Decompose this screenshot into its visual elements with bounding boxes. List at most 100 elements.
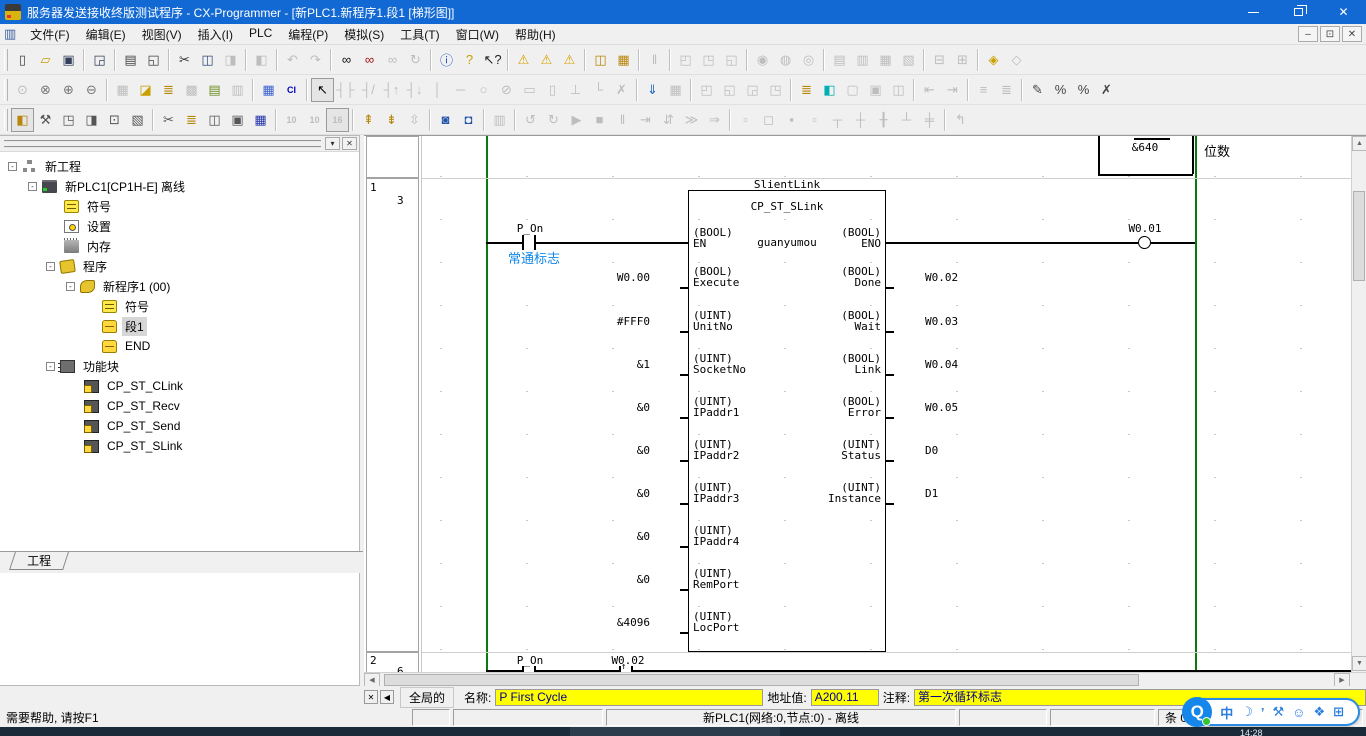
scroll-down-button[interactable]: ▼ (1352, 656, 1366, 671)
rung2-contact-label[interactable]: P_On (500, 654, 560, 667)
horizontal-line-icon[interactable]: ─ (449, 78, 472, 102)
tree-item-section1[interactable]: 段1 (0, 316, 359, 336)
tree-item-plc[interactable]: -新PLC1[CP1H-E] 离线 (0, 176, 359, 196)
menu-编程[interactable]: 编程(P) (280, 24, 336, 45)
io-grid-icon[interactable]: ▣ (226, 108, 249, 132)
tree-item-symbols[interactable]: 符号 (0, 196, 359, 216)
grid-toggle-icon[interactable]: ▦ (111, 78, 134, 102)
list-detail-icon[interactable]: ≣ (995, 78, 1018, 102)
tree-item-function-blocks[interactable]: -功能块 (0, 356, 359, 376)
zoom-fit-icon[interactable]: ⊙ (11, 78, 34, 102)
fb-input-operand-ipaddr2[interactable]: &0 (482, 444, 650, 457)
list-view-icon[interactable]: ≡ (972, 78, 995, 102)
zoom-in-icon[interactable]: ⊕ (57, 78, 80, 102)
mem-view-1-icon[interactable]: ▤ (828, 48, 851, 72)
rung-down-icon[interactable]: ◳ (764, 78, 787, 102)
workspace-close-button[interactable]: ✕ (342, 137, 357, 150)
plc-verify-icon[interactable]: ◘ (457, 108, 480, 132)
fb-library-icon[interactable]: ≣ (180, 108, 203, 132)
symbol-bar-collapse-button[interactable]: ◀ (380, 690, 394, 704)
cut-icon[interactable]: ✂ (173, 48, 196, 72)
fb-input-operand-unitno[interactable]: #FFF0 (482, 315, 650, 328)
vscroll-thumb[interactable] (1353, 191, 1365, 281)
binary-view-icon[interactable]: ▦ (249, 108, 272, 132)
fb-input-operand-execute[interactable]: W0.00 (482, 271, 650, 284)
force-clear-icon[interactable]: ✗ (1095, 78, 1118, 102)
menu-插入[interactable]: 插入(I) (190, 24, 241, 45)
menu-PLC[interactable]: PLC (241, 24, 280, 45)
force-on-icon[interactable]: ✎ (1026, 78, 1049, 102)
run-icon[interactable]: ▶ (565, 108, 588, 132)
fb-output-operand-link[interactable]: W0.04 (925, 358, 958, 371)
tree-item-cp-st-send[interactable]: CP_ST_Send (0, 416, 359, 436)
redo-icon[interactable]: ↷ (304, 48, 327, 72)
fb-transfer-icon[interactable]: ⇓ (641, 78, 664, 102)
fb-edit-icon[interactable]: ✂ (157, 108, 180, 132)
decimal-view-icon[interactable]: 10 (280, 108, 303, 132)
ime-chinese-mode-icon[interactable]: 中 (1220, 703, 1233, 722)
watch-run-icon[interactable]: ⚠ (535, 48, 558, 72)
io-transfer-icon[interactable]: ◳ (697, 48, 720, 72)
continuous-run-icon[interactable]: ≫ (680, 108, 703, 132)
mdi-close-button[interactable]: ✕ (1342, 26, 1362, 42)
menu-视图[interactable]: 视图(V) (134, 24, 190, 45)
horizontal-scrollbar[interactable]: ◀ ▶ (364, 672, 1366, 687)
fb-output-operand-wait[interactable]: W0.03 (925, 315, 958, 328)
watch-window-icon[interactable]: ⚠ (512, 48, 535, 72)
go-to-rung-icon[interactable]: ↰ (949, 108, 972, 132)
smart-input-icon[interactable]: ▦ (257, 78, 280, 102)
window-2-icon[interactable]: ▣ (864, 78, 887, 102)
pause-monitor-icon[interactable]: ‖ (643, 48, 666, 72)
fb-input-operand-ipaddr1[interactable]: &0 (482, 401, 650, 414)
ladder-canvas[interactable]: &640位数P_On常通标志W0.01SlientLinkCP_ST_SLink… (421, 136, 1351, 672)
symbol-name-field[interactable]: P First Cycle (495, 689, 763, 706)
close-button[interactable]: ✕ (1321, 0, 1366, 24)
rung2-edge-contact-label[interactable]: W0.02 (598, 654, 658, 667)
rung1-coil-operand[interactable]: W0.01 (1115, 222, 1175, 235)
build-icon[interactable]: ⚒ (34, 108, 57, 132)
tree-item-project[interactable]: -新工程 (0, 156, 359, 176)
io-comment-icon[interactable]: ◰ (674, 48, 697, 72)
diff-monitor-2-icon[interactable]: ┼ (849, 108, 872, 132)
find-icon[interactable]: ∞ (335, 48, 358, 72)
pin-dropdown-button[interactable]: ▾ (325, 137, 340, 150)
coil-nc-icon[interactable]: ⊘ (495, 78, 518, 102)
menu-编辑[interactable]: 编辑(E) (78, 24, 134, 45)
symbol-address-field[interactable]: A200.11 (811, 689, 879, 706)
expand-collapse-icon[interactable]: - (66, 282, 75, 291)
tree-item-program1-symbols[interactable]: 符号 (0, 296, 359, 316)
pause-icon[interactable]: ‖ (611, 108, 634, 132)
save-icon[interactable]: ▣ (57, 48, 80, 72)
ci-mode-icon[interactable]: CI (280, 78, 303, 102)
upload-icon[interactable]: ⇞ (357, 108, 380, 132)
fb-input-operand-locport[interactable]: &4096 (482, 616, 650, 629)
ime-moon-icon[interactable]: ☽ (1241, 704, 1253, 720)
download-icon[interactable]: ⇟ (380, 108, 403, 132)
tree-item-programs[interactable]: -程序 (0, 256, 359, 276)
toolbar-grip[interactable] (4, 49, 8, 71)
menu-窗口[interactable]: 窗口(W) (448, 24, 507, 45)
watch-window-2-icon[interactable]: ◳ (57, 108, 80, 132)
rung-up-icon[interactable]: ◲ (741, 78, 764, 102)
restore-button[interactable] (1276, 0, 1321, 24)
address-reference-icon[interactable]: ▦ (612, 48, 635, 72)
user-1-icon[interactable]: ◉ (751, 48, 774, 72)
ime-punctuation-icon[interactable]: ’ (1261, 705, 1265, 720)
fb-output-operand-instance[interactable]: D1 (925, 487, 938, 500)
ime-menu-icon[interactable]: ⊞ (1333, 704, 1344, 720)
help-icon[interactable]: ? (458, 48, 481, 72)
tree-item-cp-st-recv[interactable]: CP_ST_Recv (0, 396, 359, 416)
compare-icon[interactable]: ⇳ (403, 108, 426, 132)
menu-文件[interactable]: 文件(F) (22, 24, 77, 45)
paste-rung-icon[interactable]: ◧ (250, 48, 273, 72)
windows-taskbar[interactable]: 14:28 (0, 727, 1366, 736)
new-icon[interactable]: ▯ (11, 48, 34, 72)
stop-icon[interactable]: ■ (588, 108, 611, 132)
mem-view-4-icon[interactable]: ▧ (897, 48, 920, 72)
tab-project[interactable]: 工程 (9, 552, 69, 570)
ladder-comment-icon[interactable]: ◪ (134, 78, 157, 102)
contact-nc-icon[interactable]: ┤/ (357, 78, 380, 102)
symbol-bar-close-button[interactable]: ✕ (364, 690, 378, 704)
plc-write-protect-icon[interactable]: ◙ (434, 108, 457, 132)
paste-icon[interactable]: ◨ (219, 48, 242, 72)
